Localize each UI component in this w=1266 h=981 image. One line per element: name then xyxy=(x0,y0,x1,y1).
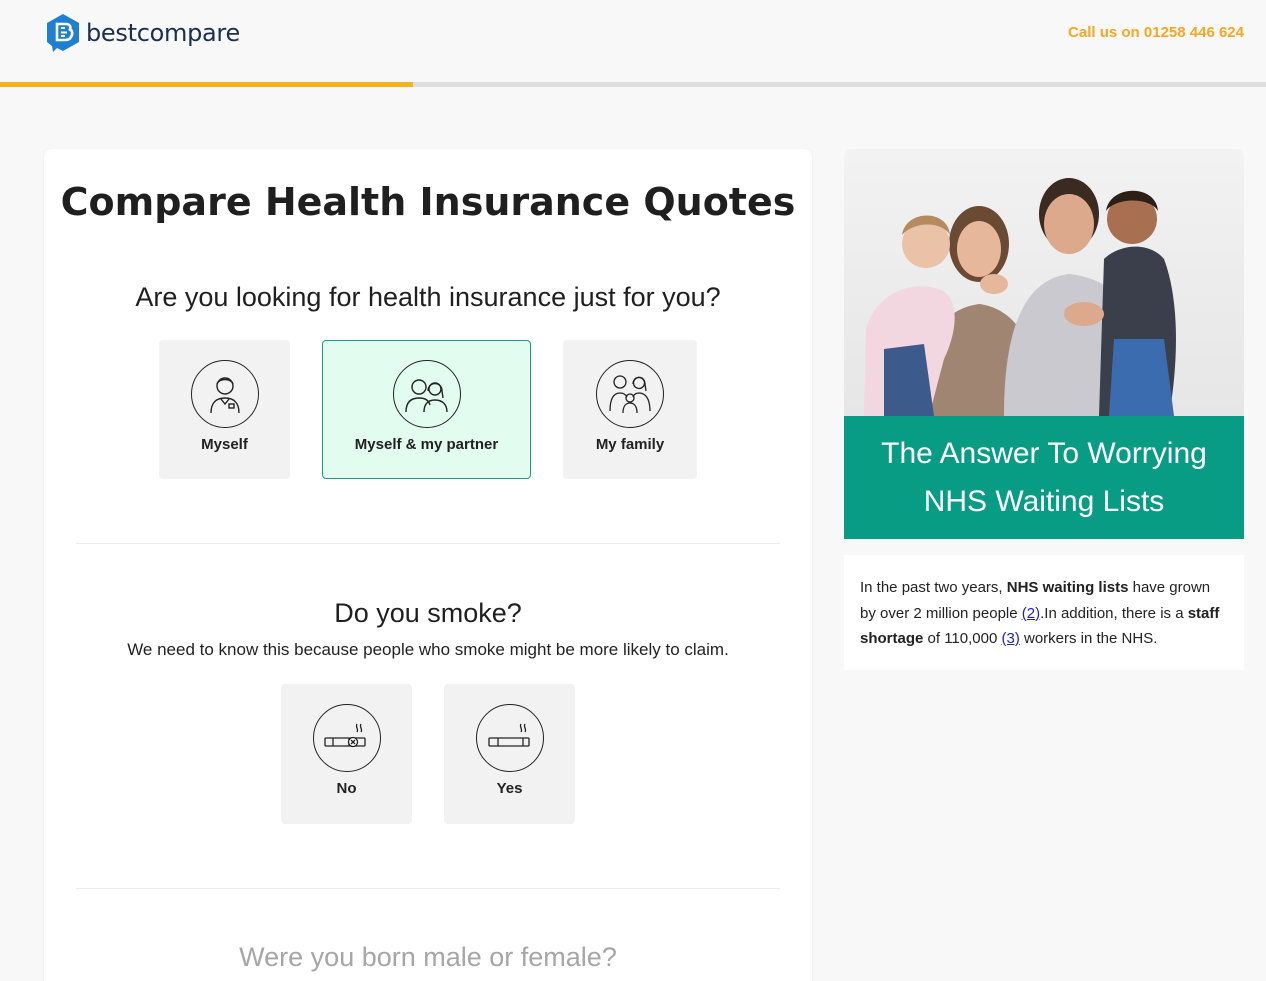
question-smoke-subtitle: We need to know this because people who … xyxy=(127,640,729,659)
question-sex-title: Were you born male or female? xyxy=(239,942,617,972)
progress-bar xyxy=(0,82,1266,87)
site-header: bestcompare Call us on 01258 446 624 xyxy=(0,0,1266,82)
option-label: Myself & my partner xyxy=(354,436,499,453)
phone-number[interactable]: Call us on 01258 446 624 xyxy=(1068,24,1244,41)
info-text: .In addition, there is a xyxy=(1040,604,1188,622)
promo-banner-text: The Answer To Worrying NHS Waiting Lists xyxy=(881,436,1207,518)
no-smoking-icon xyxy=(312,704,381,772)
section-divider xyxy=(76,543,780,544)
option-smoke-yes[interactable]: Yes xyxy=(444,684,575,824)
cigarette-icon xyxy=(475,704,544,772)
option-label: No xyxy=(336,780,357,797)
logo[interactable]: bestcompare xyxy=(44,13,240,53)
section-divider xyxy=(76,888,780,889)
person-icon xyxy=(190,360,259,428)
option-myself[interactable]: Myself xyxy=(159,340,290,479)
option-smoke-no[interactable]: No xyxy=(281,684,412,824)
info-box: In the past two years, NHS waiting lists… xyxy=(844,555,1244,670)
info-text: of 110,000 xyxy=(923,630,1002,647)
family-icon xyxy=(596,360,664,428)
reference-link-3[interactable]: (3) xyxy=(1001,630,1019,647)
question-card xyxy=(44,149,812,981)
reference-link-2[interactable]: (2) xyxy=(1022,605,1040,622)
family-photo xyxy=(844,149,1244,416)
option-label: Myself xyxy=(201,436,248,453)
option-label: My family xyxy=(595,436,665,453)
question-smoke-title: Do you smoke? xyxy=(334,598,522,628)
page-title: Compare Health Insurance Quotes xyxy=(60,180,796,224)
promo-banner: The Answer To Worrying NHS Waiting Lists xyxy=(844,416,1244,539)
info-text: In the past two years, xyxy=(860,579,1007,596)
progress-fill xyxy=(0,82,413,87)
option-myself-partner[interactable]: Myself & my partner xyxy=(322,340,531,479)
couple-icon xyxy=(392,360,461,428)
question-coverage-title: Are you looking for health insurance jus… xyxy=(135,282,721,312)
info-bold-waiting-lists: NHS waiting lists xyxy=(1006,579,1129,596)
option-my-family[interactable]: My family xyxy=(563,340,697,479)
logo-icon xyxy=(47,14,79,52)
info-text: workers in the NHS. xyxy=(1019,630,1158,647)
logo-text: bestcompare xyxy=(86,19,240,47)
option-label: Yes xyxy=(496,780,523,797)
